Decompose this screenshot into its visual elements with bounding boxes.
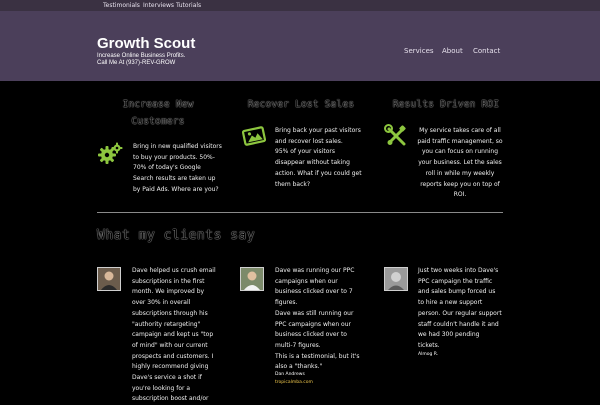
testimonial-line: you're looking for a <box>132 384 191 392</box>
nav-contact[interactable]: Contact <box>473 47 500 56</box>
feature-title: Results Driven ROI <box>388 96 504 113</box>
testimonial-line: highly recommend giving <box>132 363 209 371</box>
top-utility-bar: Testimonials Interviews Tutorials <box>0 0 600 11</box>
avatar <box>240 267 264 291</box>
feature-text: Bring in new qualified visitors to buy y… <box>133 142 228 196</box>
testimonial-line: subscriptions through his <box>132 309 208 317</box>
feature-text-line: My service takes care of all <box>419 127 501 134</box>
testimonial-line: campaign and kept us "top <box>132 331 214 339</box>
testimonial-line: staff couldn't handle it and <box>418 320 499 328</box>
topnav-testimonials[interactable]: Testimonials <box>103 0 140 11</box>
feature-title-line: Recover Lost Sales <box>247 99 355 110</box>
site-tagline: Increase Online Business Profits. Call M… <box>97 53 257 66</box>
feature-text: Bring back your past visitors and recove… <box>275 126 375 190</box>
nav-about[interactable]: About <box>442 47 463 56</box>
testimonial-line: PPC campaign the traffic <box>418 277 493 285</box>
testimonial-line: we had 300 pending <box>418 331 480 339</box>
testimonial-line: business clicked over to 7 <box>275 288 353 296</box>
feature-text-line: them back? <box>275 180 311 188</box>
image-icon <box>242 126 266 146</box>
testimonial-line: This is a testimonial, but it's <box>275 352 360 360</box>
feature-text-line: your business. Let the sales <box>418 159 502 167</box>
feature-title-line: Results Driven ROI <box>392 99 500 110</box>
tools-icon <box>384 124 406 146</box>
feature-text-line: action. What if you could get <box>275 169 362 177</box>
person-photo-icon <box>241 268 263 290</box>
feature-text-line: and recover lost sales. <box>275 137 343 145</box>
testimonial-line: and sales bump forced us <box>418 288 496 296</box>
feature-text-line: Bring back your past visitors <box>275 127 361 134</box>
site-title[interactable]: Growth Scout <box>97 36 195 52</box>
feature-text-line: you can focus on running <box>421 148 499 156</box>
testimonial-line: "authority retargeting" <box>132 320 201 328</box>
testimonial-author: Dan Andrews <box>275 372 305 377</box>
feature-text-line: ROI. <box>453 191 467 199</box>
feature-title: Increase New Customers <box>100 96 216 130</box>
topnav-interviews[interactable]: Interviews <box>143 0 174 11</box>
person-photo-icon <box>385 268 407 290</box>
feature-text-line: reports keep you on top of <box>420 180 500 188</box>
topnav-tutorials[interactable]: Tutorials <box>176 0 201 11</box>
feature-title-line: Increase New <box>122 99 194 110</box>
testimonial-line: Dave's service a shot if <box>132 374 202 382</box>
testimonial-text: Dave helped us crush email subscriptions… <box>132 266 232 405</box>
feature-title: Recover Lost Sales <box>238 96 364 113</box>
testimonial-line: month. We improved by <box>132 288 205 296</box>
site-header: Growth Scout Increase Online Business Pr… <box>0 11 600 81</box>
avatar <box>97 267 121 291</box>
testimonial-line: Just two weeks into Dave's <box>418 267 499 274</box>
feature-title-line: Customers <box>131 116 185 127</box>
tagline-line: Call Me At (937)-REV-GROW <box>97 59 176 66</box>
testimonial-line: Dave was running our PPC <box>275 267 355 274</box>
feature-text-line: Bring in new qualified visitors <box>133 143 222 150</box>
testimonial-line: of mind" with our current <box>132 341 208 349</box>
testimonial-line: subscriptions in the first <box>132 277 205 285</box>
testimonial-link[interactable]: tropicalmba.com <box>275 379 313 386</box>
testimonial-line: campaigns when our <box>275 277 338 285</box>
testimonial-line: over 30% in overall <box>132 299 191 307</box>
testimonial-text: Just two weeks into Dave's PPC campaign … <box>418 266 518 352</box>
testimonials-heading: What my clients say <box>97 228 256 243</box>
feature-text-line: by Paid Ads. Where are you? <box>133 185 219 193</box>
testimonial-line: to hire a new support <box>418 299 483 307</box>
testimonial-author: Almog R. <box>418 352 439 357</box>
feature-text-line: disappear without taking <box>275 159 350 167</box>
feature-text-line: 70% of today's Google <box>133 164 201 172</box>
testimonial-line: person. Our regular support <box>418 309 502 317</box>
testimonial-line: PPC campaigns when our <box>275 320 352 328</box>
testimonial-line: multi-7 figures. <box>275 341 321 349</box>
feature-text-line: Search results are taken up <box>133 175 216 183</box>
feature-text-line: 95% of your visitors <box>275 148 335 156</box>
person-photo-icon <box>98 268 120 290</box>
testimonial-line: figures. <box>275 299 298 307</box>
testimonial-line: business clicked over to <box>275 331 347 339</box>
section-divider <box>97 212 503 213</box>
feature-text-line: paid traffic management, so <box>417 137 503 145</box>
nav-services[interactable]: Services <box>404 47 434 56</box>
gears-icon <box>98 142 123 164</box>
feature-text-line: to buy your products. 50%- <box>133 153 215 161</box>
testimonial-text: Dave was running our PPC campaigns when … <box>275 266 375 373</box>
testimonial-line: prospects and customers. I <box>132 352 214 360</box>
feature-text-line: roll in while my weekly <box>425 169 495 177</box>
testimonial-line: Dave helped us crush email <box>132 267 216 274</box>
feature-text: My service takes care of all paid traffi… <box>410 126 510 201</box>
testimonial-line: Dave was still running our <box>275 309 354 317</box>
avatar <box>384 267 408 291</box>
